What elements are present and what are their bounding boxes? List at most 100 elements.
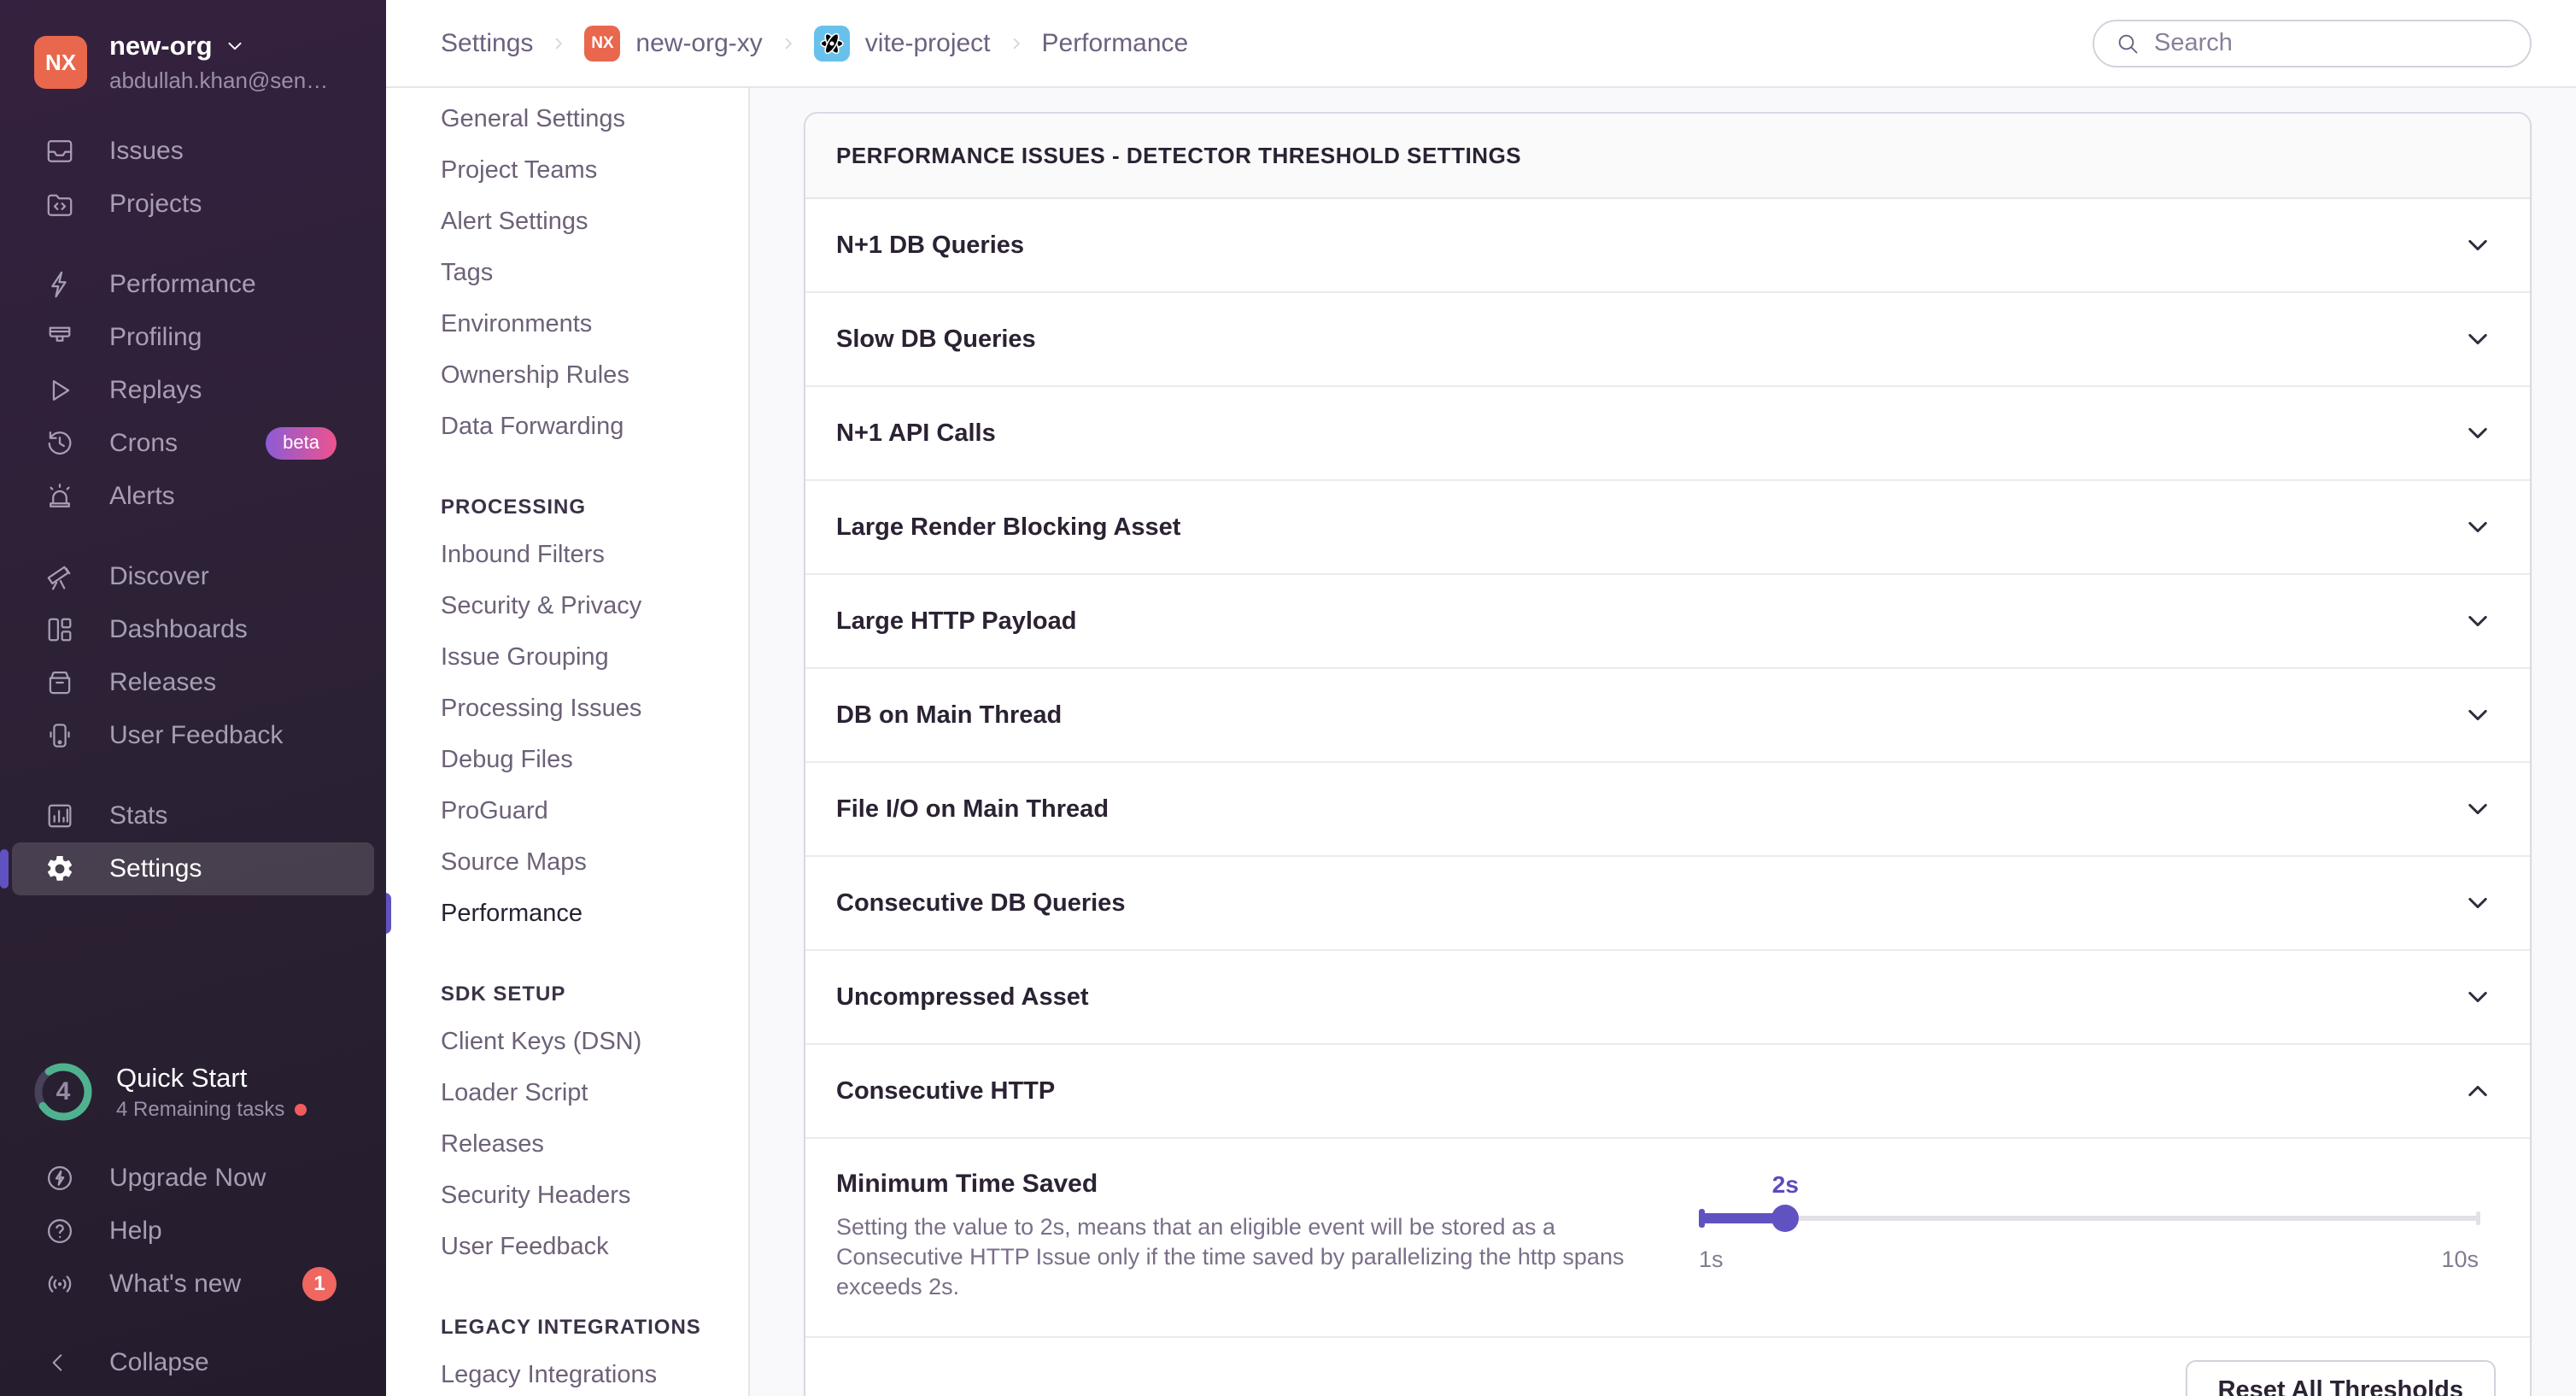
settings-nav-item[interactable]: Performance [386, 888, 748, 939]
sidebar-footer-item[interactable]: Upgrade Now [0, 1152, 386, 1205]
settings-nav-item[interactable]: Releases [386, 1118, 748, 1170]
settings-nav-item[interactable]: Inbound Filters [386, 529, 748, 580]
settings-nav-item[interactable]: Client Keys (DSN) [386, 1016, 748, 1067]
chevron-left-icon [44, 1349, 72, 1376]
sidebar-footer-label: What's new [109, 1270, 241, 1299]
performance-icon [44, 269, 75, 300]
main-area: Settings NX new-org-xy vite-project [386, 0, 2576, 1396]
reset-all-thresholds-button[interactable]: Reset All Thresholds [2186, 1360, 2496, 1396]
detector-row-label: DB on Main Thread [836, 701, 1062, 730]
sidebar-nav-item[interactable]: Profiling [0, 311, 386, 364]
detector-accordion-row[interactable]: N+1 DB Queries [805, 199, 2530, 293]
notification-badge: 1 [302, 1267, 337, 1301]
settings-nav-item[interactable]: Project Teams [386, 144, 748, 196]
min-time-saved-slider: 2s 1s 10s [1699, 1216, 2479, 1273]
primary-sidebar: NX new-org abdullah.khan@sen… Issues Pro… [0, 0, 386, 1396]
breadcrumb-item[interactable]: vite-project [814, 26, 991, 62]
detector-accordion-row[interactable]: N+1 API Calls [805, 387, 2530, 481]
slider-handle[interactable] [1771, 1205, 1799, 1232]
whats-new-icon [44, 1269, 75, 1299]
settings-nav-label: Legacy Integrations [441, 1361, 657, 1389]
sidebar-nav-item[interactable]: Releases [0, 656, 386, 709]
panel-footer: Reset All Thresholds [805, 1338, 2530, 1396]
sidebar-nav-item[interactable]: Performance [0, 258, 386, 311]
settings-nav-item[interactable]: Tags [386, 247, 748, 298]
org-switcher[interactable]: NX new-org abdullah.khan@sen… [0, 0, 386, 118]
search-icon [2115, 31, 2140, 56]
settings-nav-item[interactable]: ProGuard [386, 785, 748, 836]
field-label: Minimum Time Saved [836, 1170, 1673, 1199]
detector-accordion-row[interactable]: DB on Main Thread [805, 669, 2530, 763]
settings-nav-item[interactable]: Processing Issues [386, 683, 748, 734]
breadcrumb-item[interactable]: NX new-org-xy [584, 26, 762, 62]
detector-accordion-row[interactable]: Uncompressed Asset [805, 951, 2530, 1045]
sidebar-nav-item[interactable]: Projects [0, 178, 386, 231]
settings-nav-item[interactable]: Debug Files [386, 734, 748, 785]
slider-track[interactable] [1699, 1216, 2479, 1221]
settings-nav-item[interactable]: Security & Privacy [386, 580, 748, 631]
settings-nav-item[interactable]: Environments [386, 298, 748, 349]
sidebar-footer-item[interactable]: Help [0, 1205, 386, 1258]
beta-badge: beta [266, 427, 337, 460]
quick-start-title: Quick Start [116, 1063, 307, 1094]
settings-nav-label: Performance [441, 900, 583, 928]
settings-nav-item[interactable]: Loader Script [386, 1067, 748, 1118]
collapse-sidebar-button[interactable]: Collapse [0, 1336, 386, 1389]
settings-nav-item[interactable]: Alert Settings [386, 196, 748, 247]
settings-nav-label: Source Maps [441, 848, 587, 877]
sidebar-nav-label: Settings [109, 854, 202, 883]
sidebar-nav-label: Projects [109, 190, 202, 219]
settings-nav-item[interactable]: LEGACY INTEGRATIONS [386, 1306, 748, 1349]
detector-row-label: N+1 DB Queries [836, 232, 1024, 260]
chevron-down-icon [2463, 607, 2492, 636]
sidebar-nav-item[interactable]: Discover [0, 550, 386, 603]
settings-nav-item[interactable]: General Settings [386, 93, 748, 144]
detector-accordion-row[interactable]: Large Render Blocking Asset [805, 481, 2530, 575]
settings-nav-item[interactable]: User Feedback [386, 1221, 748, 1272]
react-project-icon [814, 26, 850, 62]
sidebar-nav-item[interactable]: Issues [0, 125, 386, 178]
sidebar-nav-item[interactable]: User Feedback [0, 709, 386, 762]
sidebar-nav-item[interactable]: Stats [0, 789, 386, 842]
sidebar-nav-item[interactable]: Crons beta [0, 417, 386, 470]
user-feedback-icon [44, 720, 75, 751]
settings-nav-item[interactable]: SDK SETUP [386, 973, 748, 1016]
settings-nav-item[interactable]: Security Headers [386, 1170, 748, 1221]
slider-max-label: 10s [2441, 1246, 2479, 1273]
settings-nav-item[interactable]: PROCESSING [386, 486, 748, 529]
settings-nav-item[interactable]: Data Forwarding [386, 401, 748, 452]
detector-row-label: Slow DB Queries [836, 326, 1036, 354]
settings-nav-item[interactable]: Issue Grouping [386, 631, 748, 683]
search-input[interactable] [2154, 29, 2509, 57]
upgrade-icon [44, 1163, 75, 1194]
breadcrumb-item[interactable]: Performance [1042, 29, 1189, 58]
org-name: new-org [109, 31, 213, 62]
detector-accordion-row[interactable]: Consecutive DB Queries [805, 857, 2530, 951]
issues-icon [44, 136, 75, 167]
settings-nav-label: Client Keys (DSN) [441, 1028, 641, 1056]
sidebar-nav-item[interactable]: Alerts [0, 470, 386, 523]
breadcrumb-item[interactable]: Settings [441, 29, 533, 58]
sidebar-nav-item[interactable]: Dashboards [0, 603, 386, 656]
detector-threshold-panel: PERFORMANCE ISSUES - DETECTOR THRESHOLD … [804, 112, 2532, 1396]
sidebar-nav-label: Crons [109, 429, 178, 458]
sidebar-nav-label: User Feedback [109, 721, 283, 750]
crons-icon [44, 428, 75, 459]
sidebar-nav-item[interactable]: Replays [0, 364, 386, 417]
sidebar-footer-item[interactable]: What's new 1 [0, 1258, 386, 1311]
settings-nav-item[interactable]: Legacy Integrations [386, 1349, 748, 1396]
quick-start-panel[interactable]: 4 Quick Start 4 Remaining tasks [0, 1061, 386, 1123]
chevron-down-icon [2463, 982, 2492, 1012]
sidebar-nav-item[interactable]: Settings [12, 842, 374, 895]
detector-accordion-row[interactable]: Consecutive HTTP [805, 1045, 2530, 1139]
detector-accordion-row[interactable]: File I/O on Main Thread [805, 763, 2530, 857]
detector-row-label: Uncompressed Asset [836, 983, 1088, 1012]
sidebar-nav-label: Performance [109, 270, 256, 299]
settings-nav-item[interactable]: Ownership Rules [386, 349, 748, 401]
quick-start-count: 4 [32, 1061, 94, 1123]
detector-accordion-row[interactable]: Slow DB Queries [805, 293, 2530, 387]
detector-accordion-row[interactable]: Large HTTP Payload [805, 575, 2530, 669]
breadcrumb-label: Settings [441, 29, 533, 58]
settings-nav-item[interactable]: Source Maps [386, 836, 748, 888]
projects-icon [44, 189, 75, 220]
